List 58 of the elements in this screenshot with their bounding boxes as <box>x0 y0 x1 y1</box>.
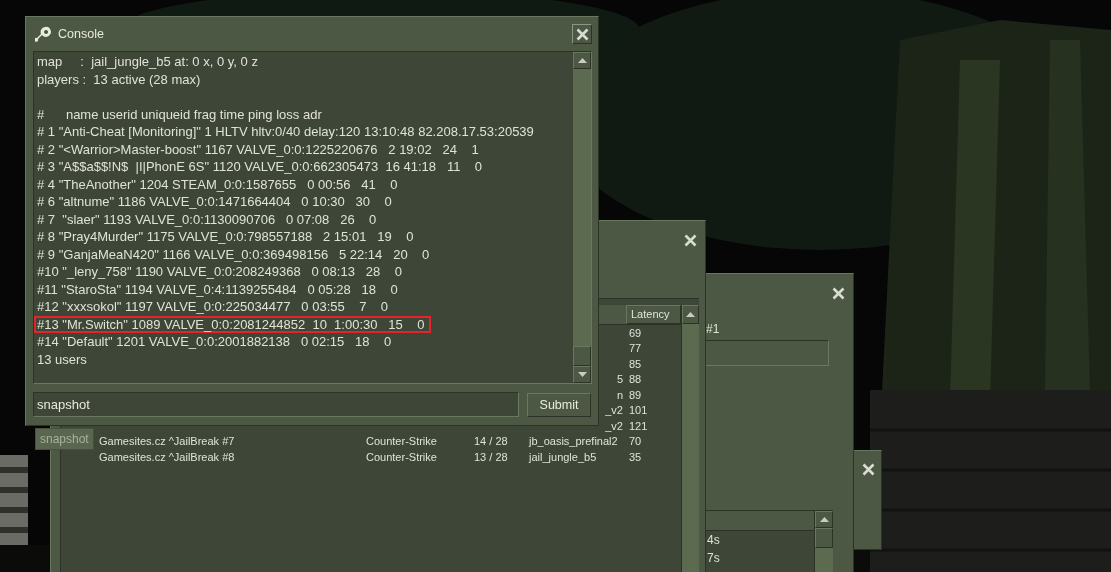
console-line: # 6 "altnume" 1186 VALVE_0:0:1471664404 0 10:30 30 0 <box>36 193 393 211</box>
label: #1 <box>706 322 721 336</box>
console-line: # 7 "slaer" 1193 VALVE_0:0:1130090706 0 07:08 26 0 <box>36 210 378 228</box>
scrollbar-thumb[interactable] <box>573 346 591 366</box>
console-line: map : jail_jungle_b5 at: 0 x, 0 y, 0 z <box>36 53 259 71</box>
column-header[interactable]: Latency <box>626 305 681 324</box>
command-input[interactable]: snapshot <box>33 392 519 417</box>
close-icon[interactable] <box>832 287 845 300</box>
console-line: 13 users <box>36 350 88 368</box>
up-arrow-icon[interactable] <box>686 312 695 317</box>
submit-button[interactable]: Submit <box>527 392 591 417</box>
console-line: #10 "_leny_758" 1190 VALVE_0:0:208249368 0 08:13 28 0 <box>36 263 403 281</box>
up-arrow-icon[interactable] <box>819 517 829 522</box>
game-name: Counter-Strike <box>366 450 437 463</box>
input-field[interactable] <box>706 340 829 366</box>
map-name: 5 <box>616 373 624 386</box>
console-line: #12 "xxxsokol" 1197 VALVE_0:0:225034477 0 03:55 7 0 <box>36 298 390 316</box>
latency: 69 <box>629 326 642 339</box>
console-line: # 3 "A$$a$$!N$ |I|PhonE 6S" 1120 VALVE_0:0:662305473 16 41:18 11 0 <box>36 158 484 176</box>
console-line: #11 "StaroSta" 1194 VALVE_0:4:1139255484 0 05:28 18 0 <box>36 280 399 298</box>
console-line: # name userid uniqueid frag time ping loss adr <box>36 105 323 123</box>
player-count: 13 / 28 <box>474 450 508 463</box>
map-name: _v2 <box>605 404 624 417</box>
down-arrow-icon[interactable] <box>577 372 587 377</box>
console-line: # 2 "<Warrior>Master-boost" 1167 VALVE_0:0:1225220676 2 19:02 24 1 <box>36 140 480 158</box>
latency: 85 <box>629 357 642 370</box>
latency: 101 <box>629 404 648 417</box>
window-title: Console <box>58 27 105 41</box>
scrollbar[interactable] <box>573 52 591 383</box>
scrollbar[interactable] <box>681 305 699 572</box>
map-name: jb_oasis_prefinal2 <box>529 435 618 448</box>
scrollbar[interactable] <box>814 511 833 572</box>
latency: 77 <box>629 342 642 355</box>
close-icon[interactable] <box>862 463 875 476</box>
latency: 70 <box>629 435 642 448</box>
server-name: Gamesites.cz ^JailBreak #7 <box>99 435 235 448</box>
latency: 35 <box>629 450 642 463</box>
list-row[interactable]: 4s <box>706 531 814 549</box>
console-line: # 4 "TheAnother" 1204 STEAM_0:0:1587655 0 00:56 41 0 <box>36 175 399 193</box>
console-line: players : 13 active (28 max) <box>36 70 202 88</box>
map-name: _v2 <box>605 419 624 432</box>
up-arrow-icon[interactable] <box>577 58 587 63</box>
game-name: Counter-Strike <box>366 435 437 448</box>
latency: 88 <box>629 373 642 386</box>
console-line: # 9 "GanjaMeaN420" 1166 VALVE_0:0:369498156 5 22:14 20 0 <box>36 245 431 263</box>
player-count: 14 / 28 <box>474 435 508 448</box>
close-icon[interactable] <box>684 234 697 247</box>
console-line: # 8 "Pray4Murder" 1175 VALVE_0:0:798557188 2 15:01 19 0 <box>36 228 415 246</box>
latency: 89 <box>629 388 642 401</box>
console-line: # 1 "Anti-Cheat [Monitoring]" 1 HLTV hltv:0/40 delay:120 13:10:48 82.208.17.53:20539 <box>36 123 535 141</box>
wrench-icon <box>35 25 52 43</box>
console-line: #14 "Default" 1201 VALVE_0:0:2001882138 0 02:15 18 0 <box>36 333 393 351</box>
map-name: jail_jungle_b5 <box>529 450 597 463</box>
latency: 121 <box>629 419 648 432</box>
map-name: n <box>616 388 624 401</box>
server-name: Gamesites.cz ^JailBreak #8 <box>99 450 235 463</box>
list-row[interactable]: 7s <box>706 549 814 567</box>
close-button[interactable] <box>572 24 592 44</box>
